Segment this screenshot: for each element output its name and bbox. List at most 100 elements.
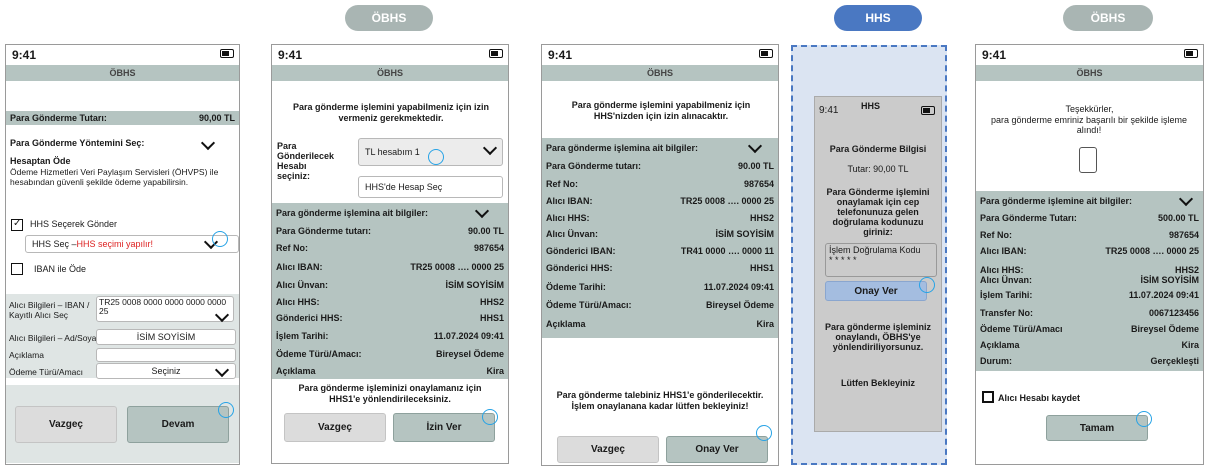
permission-text: Para gönderme işlemini yapabilmeniz için…	[292, 102, 490, 123]
row-label: Gönderici IBAN:	[546, 246, 616, 256]
battery-icon	[1184, 49, 1198, 58]
allow-button[interactable]: İzin Ver	[393, 413, 495, 442]
ok-button[interactable]: Tamam	[1046, 415, 1148, 441]
battery-icon	[489, 49, 503, 58]
row-label: Gönderici HHS:	[276, 313, 343, 323]
row-value: Bireysel Ödeme	[705, 300, 774, 310]
row-value: 11.07.2024 09:41	[1128, 290, 1199, 300]
permission-text: Para gönderme işlemini yapabilmeniz için…	[571, 100, 751, 121]
row-label: Alıcı Ünvan:	[980, 275, 1033, 285]
phone-check-icon	[1079, 147, 1097, 173]
row-value: HHS2	[749, 213, 774, 223]
check-icon: ✓	[13, 218, 22, 229]
thanks-text: Teşekkürler,	[1065, 104, 1114, 114]
cursor-indicator	[218, 402, 234, 418]
cursor-indicator	[212, 231, 228, 247]
row-label: Alıcı IBAN:	[980, 246, 1027, 256]
cancel-button[interactable]: Vazgeç	[284, 413, 386, 442]
account-select-value: TL hesabım 1	[365, 147, 420, 157]
row-label: Ödeme Tarihi:	[546, 282, 606, 292]
cursor-indicator	[482, 409, 498, 425]
row-value: 987654	[473, 243, 504, 253]
cancel-button[interactable]: Vazgeç	[15, 406, 117, 443]
info-heading: Para Gönderme Bilgisi	[829, 144, 927, 154]
description-field[interactable]	[96, 348, 236, 362]
row-value: 11.07.2024 09:41	[703, 282, 774, 292]
row-label: Ref No:	[546, 179, 578, 189]
method-chevron-icon[interactable]	[200, 135, 216, 151]
screen-2: 9:41 ÖBHS Para gönderme işlemini yapabil…	[271, 44, 509, 464]
confirm-button[interactable]: Onay Ver	[666, 436, 768, 463]
purpose-label: Ödeme Türü/Amacı	[9, 367, 84, 377]
row-label: Ref No:	[276, 243, 308, 253]
row-label: Gönderici HHS:	[546, 263, 613, 273]
battery-icon	[921, 106, 935, 115]
row-label: Alıcı HHS:	[546, 213, 590, 223]
account-label: Para Gönderilecek Hesabı seçiniz:	[277, 141, 335, 181]
row-value: 500.00 TL	[1157, 213, 1199, 223]
row-value: TR41 0000 …. 0000 11	[680, 246, 774, 256]
success-message: para gönderme emriniz başarılı bir şekil…	[990, 115, 1188, 135]
method-description: Ödeme Hizmetleri Veri Paylaşım Servisler…	[10, 167, 219, 187]
row-value: 0067123456	[1148, 308, 1199, 318]
amount-value: 90,00 TL	[198, 113, 235, 123]
hhs-account-option-label: HHS'de Hesap Seç	[365, 182, 443, 192]
row-value: 11.07.2024 09:41	[433, 331, 504, 341]
row-label: Para Gönderme tutarı:	[276, 226, 372, 236]
row-value: Gerçekleşti	[1150, 356, 1199, 366]
from-account-title: Hesaptan Öde	[10, 156, 71, 166]
row-value: Bireysel Ödeme	[435, 349, 504, 359]
iban-checkbox[interactable]	[11, 263, 23, 275]
row-value: 90.00 TL	[737, 161, 774, 171]
status-time: 9:41	[548, 48, 573, 62]
row-value: HHS2	[479, 297, 504, 307]
continue-button[interactable]: Devam	[127, 406, 229, 443]
screen-header: ÖBHS	[6, 65, 239, 81]
row-label: Alıcı Ünvan:	[276, 280, 329, 290]
row-label: Alıcı Ünvan:	[546, 229, 599, 239]
row-label: Alıcı HHS:	[276, 297, 320, 307]
row-label: İşlem Tarihi:	[980, 290, 1033, 300]
row-value: 987654	[743, 179, 774, 189]
recipient-name-field[interactable]: İSİM SOYİSİM	[96, 329, 236, 345]
hhs-pill: HHS	[834, 5, 922, 31]
cursor-indicator	[919, 277, 935, 293]
row-value: HHS1	[479, 313, 504, 323]
redirect-text: Para gönderme işleminizi onaylamanız içi…	[298, 383, 482, 404]
code-field[interactable]: İşlem Doğrulama Kodu * * * * *	[825, 243, 937, 277]
obhs-pill-2: ÖBHS	[1063, 5, 1153, 31]
status-time: 9:41	[278, 48, 303, 62]
row-value: TR25 0008 …. 0000 25	[680, 196, 774, 206]
row-label: Ödeme Türü/Amacı:	[276, 349, 362, 359]
row-label: Alıcı IBAN:	[276, 262, 323, 272]
save-recipient-checkbox[interactable]	[982, 391, 994, 403]
code-label: İşlem Doğrulama Kodu	[829, 245, 921, 255]
code-value: * * * * *	[829, 255, 857, 265]
row-label: Alıcı IBAN:	[546, 196, 593, 206]
recipient-iban-label: Alıcı Bilgileri – IBAN / Kayıtlı Alıcı S…	[9, 300, 90, 320]
save-recipient-label: Alıcı Hesabı kaydet	[998, 393, 1081, 403]
row-label: Açıklama	[276, 366, 316, 376]
wait-text: Lütfen Bekleyiniz	[840, 378, 915, 388]
screen-header: ÖBHS	[272, 65, 508, 81]
method-label: Para Gönderme Yöntemini Seç:	[10, 138, 145, 148]
row-value: Kira	[486, 366, 504, 376]
hhs-account-option[interactable]: HHS'de Hesap Seç	[358, 176, 503, 198]
row-label: Para Gönderme tutarı:	[546, 161, 642, 171]
row-value: Kira	[1181, 340, 1199, 350]
row-label: Durum:	[980, 356, 1012, 366]
hhs-confirm-button[interactable]: Onay Ver	[825, 281, 927, 301]
hhs-select-error: HHS seçimi yapılır!	[76, 239, 154, 249]
row-value: 987654	[1168, 230, 1199, 240]
cancel-button[interactable]: Vazgeç	[557, 436, 659, 463]
info-title: Para gönderme işlemine ait bilgiler:	[980, 196, 1133, 206]
status-time: 9:41	[982, 48, 1007, 62]
row-label: Ödeme Türü/Amacı	[980, 324, 1063, 334]
row-value: TR25 0008 …. 0000 25	[410, 262, 504, 272]
cursor-indicator	[428, 149, 444, 165]
amount-label: Para Gönderme Tutarı:	[10, 113, 107, 123]
cursor-indicator	[756, 425, 772, 441]
recipient-iban-field[interactable]: TR25 0008 0000 0000 0000 0000 25	[96, 296, 234, 322]
battery-icon	[220, 49, 234, 58]
row-label: Ref No:	[980, 230, 1012, 240]
